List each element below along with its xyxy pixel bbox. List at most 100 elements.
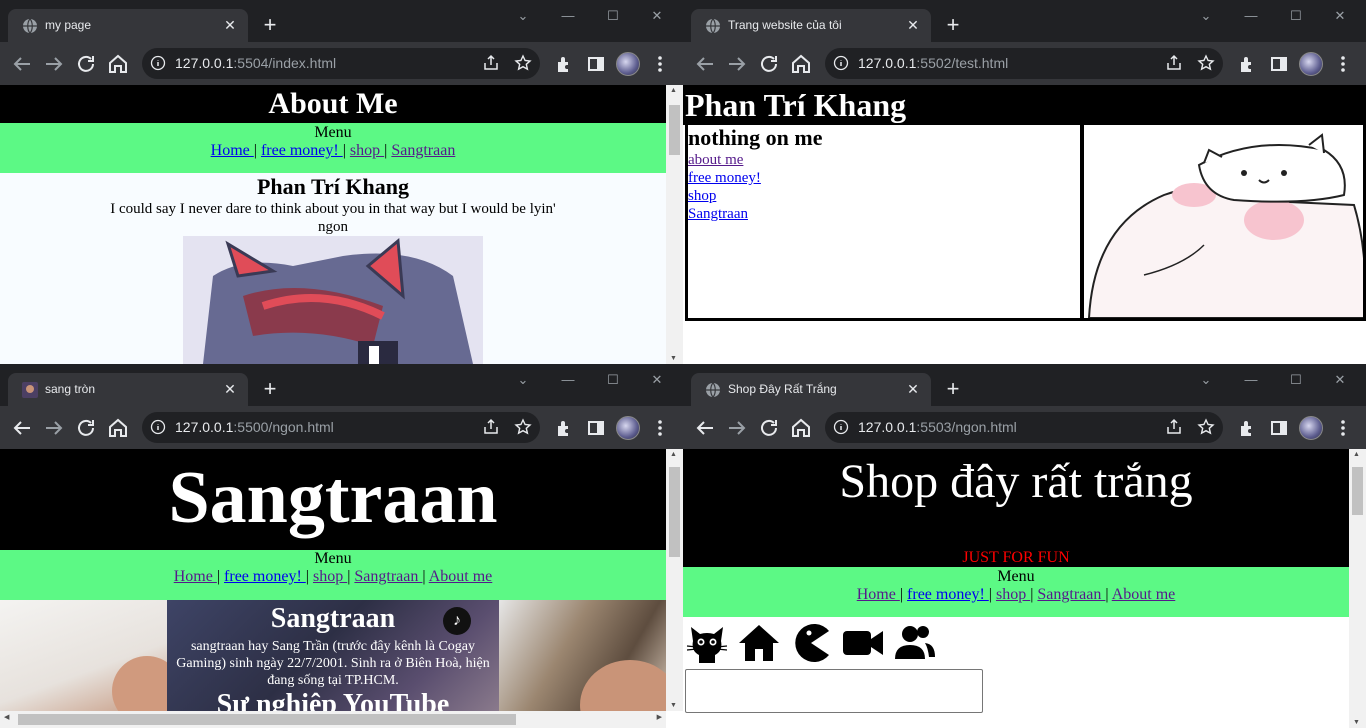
nav-link-about-me[interactable]: About me bbox=[429, 568, 493, 585]
extensions-icon[interactable] bbox=[1237, 54, 1257, 74]
nav-link-shop[interactable]: shop bbox=[313, 568, 347, 585]
nav-link-free-money[interactable]: free money! bbox=[261, 142, 343, 159]
home-icon[interactable] bbox=[737, 621, 781, 665]
vertical-scrollbar[interactable]: ▲ ▼ bbox=[666, 449, 683, 711]
share-icon[interactable] bbox=[482, 418, 500, 436]
forward-button[interactable] bbox=[725, 52, 749, 76]
link-about-me[interactable]: about me bbox=[688, 152, 743, 168]
reload-button[interactable] bbox=[74, 52, 98, 76]
new-tab-button[interactable]: + bbox=[941, 13, 965, 37]
share-icon[interactable] bbox=[1165, 54, 1183, 72]
more-menu-icon[interactable] bbox=[650, 418, 670, 438]
tab-search-icon[interactable]: ⌄ bbox=[1183, 370, 1229, 390]
home-button[interactable] bbox=[106, 416, 130, 440]
address-bar[interactable]: 127.0.0.1:5503/ngon.html bbox=[825, 412, 1223, 443]
text-input[interactable] bbox=[685, 669, 983, 713]
close-window-button[interactable]: ✕ bbox=[634, 6, 680, 26]
nav-link-about-me[interactable]: About me bbox=[1112, 586, 1176, 603]
vertical-scrollbar[interactable]: ▲ ▼ bbox=[1349, 449, 1366, 728]
forward-button[interactable] bbox=[42, 52, 66, 76]
close-window-button[interactable]: ✕ bbox=[1317, 370, 1363, 390]
nav-link-sangtraan[interactable]: Sangtraan bbox=[391, 142, 455, 159]
tab-sang-tron[interactable]: sang tròn ✕ bbox=[8, 373, 248, 406]
forward-button[interactable] bbox=[42, 416, 66, 440]
profile-avatar[interactable] bbox=[1299, 416, 1323, 440]
home-button[interactable] bbox=[789, 52, 813, 76]
info-icon[interactable] bbox=[833, 419, 849, 435]
nav-link-home[interactable]: Home bbox=[857, 586, 900, 603]
scroll-down-arrow-icon[interactable]: ▼ bbox=[670, 702, 677, 709]
share-icon[interactable] bbox=[1165, 418, 1183, 436]
forward-button[interactable] bbox=[725, 416, 749, 440]
close-window-button[interactable]: ✕ bbox=[634, 370, 680, 390]
vertical-scrollbar[interactable]: ▲ ▼ bbox=[666, 85, 683, 364]
address-bar[interactable]: 127.0.0.1:5500/ngon.html bbox=[142, 412, 540, 443]
more-menu-icon[interactable] bbox=[1333, 418, 1353, 438]
minimize-button[interactable]: — bbox=[545, 370, 591, 390]
scroll-right-arrow-icon[interactable]: ▶ bbox=[657, 713, 662, 721]
scroll-up-arrow-icon[interactable]: ▲ bbox=[1353, 451, 1360, 458]
maximize-button[interactable]: ☐ bbox=[1273, 370, 1319, 390]
profile-avatar[interactable] bbox=[1299, 52, 1323, 76]
info-icon[interactable] bbox=[150, 419, 166, 435]
scroll-up-arrow-icon[interactable]: ▲ bbox=[670, 87, 677, 94]
side-panel-icon[interactable] bbox=[1269, 418, 1289, 438]
nav-link-sangtraan[interactable]: Sangtraan bbox=[354, 568, 422, 585]
info-icon[interactable] bbox=[833, 55, 849, 71]
nav-link-home[interactable]: Home bbox=[211, 142, 254, 159]
cat-icon[interactable] bbox=[685, 621, 729, 665]
tab-trang-website[interactable]: Trang website của tôi ✕ bbox=[691, 9, 931, 42]
home-button[interactable] bbox=[106, 52, 130, 76]
scroll-left-arrow-icon[interactable]: ◀ bbox=[4, 713, 9, 721]
maximize-button[interactable]: ☐ bbox=[590, 370, 636, 390]
back-button[interactable] bbox=[10, 416, 34, 440]
more-menu-icon[interactable] bbox=[650, 54, 670, 74]
back-button[interactable] bbox=[10, 52, 34, 76]
scroll-up-arrow-icon[interactable]: ▲ bbox=[670, 451, 677, 458]
close-tab-icon[interactable]: ✕ bbox=[220, 379, 240, 399]
nav-link-home[interactable]: Home bbox=[174, 568, 217, 585]
scroll-down-arrow-icon[interactable]: ▼ bbox=[1353, 719, 1360, 726]
maximize-button[interactable]: ☐ bbox=[1273, 6, 1319, 26]
profile-avatar[interactable] bbox=[616, 52, 640, 76]
tab-my-page[interactable]: my page ✕ bbox=[8, 9, 248, 42]
extensions-icon[interactable] bbox=[554, 418, 574, 438]
bookmark-star-icon[interactable] bbox=[1197, 54, 1215, 72]
tab-search-icon[interactable]: ⌄ bbox=[1183, 6, 1229, 26]
back-button[interactable] bbox=[693, 52, 717, 76]
link-sangtraan[interactable]: Sangtraan bbox=[688, 206, 748, 222]
extensions-icon[interactable] bbox=[1237, 418, 1257, 438]
minimize-button[interactable]: — bbox=[1228, 370, 1274, 390]
tab-shop[interactable]: Shop Đây Rất Trắng ✕ bbox=[691, 373, 931, 406]
side-panel-icon[interactable] bbox=[1269, 54, 1289, 74]
address-bar[interactable]: 127.0.0.1:5504/index.html bbox=[142, 48, 540, 79]
address-bar[interactable]: 127.0.0.1:5502/test.html bbox=[825, 48, 1223, 79]
video-camera-icon[interactable] bbox=[841, 621, 885, 665]
users-icon[interactable] bbox=[893, 621, 937, 665]
share-icon[interactable] bbox=[482, 54, 500, 72]
info-icon[interactable] bbox=[150, 55, 166, 71]
side-panel-icon[interactable] bbox=[586, 418, 606, 438]
nav-link-free-money[interactable]: free money! bbox=[907, 586, 989, 603]
close-tab-icon[interactable]: ✕ bbox=[903, 15, 923, 35]
nav-link-shop[interactable]: shop bbox=[996, 586, 1030, 603]
close-window-button[interactable]: ✕ bbox=[1317, 6, 1363, 26]
home-button[interactable] bbox=[789, 416, 813, 440]
horizontal-scrollbar[interactable]: ◀ ▶ bbox=[0, 711, 666, 728]
link-shop[interactable]: shop bbox=[688, 188, 716, 204]
scrollbar-thumb[interactable] bbox=[669, 105, 680, 155]
minimize-button[interactable]: — bbox=[1228, 6, 1274, 26]
new-tab-button[interactable]: + bbox=[941, 377, 965, 401]
bookmark-star-icon[interactable] bbox=[514, 54, 532, 72]
pacman-icon[interactable] bbox=[789, 621, 833, 665]
scroll-down-arrow-icon[interactable]: ▼ bbox=[670, 355, 677, 362]
back-button[interactable] bbox=[693, 416, 717, 440]
reload-button[interactable] bbox=[757, 416, 781, 440]
close-tab-icon[interactable]: ✕ bbox=[903, 379, 923, 399]
reload-button[interactable] bbox=[757, 52, 781, 76]
minimize-button[interactable]: — bbox=[545, 6, 591, 26]
nav-link-free-money[interactable]: free money! bbox=[224, 568, 306, 585]
scrollbar-thumb[interactable] bbox=[1352, 467, 1363, 515]
scrollbar-thumb[interactable] bbox=[669, 467, 680, 557]
new-tab-button[interactable]: + bbox=[258, 377, 282, 401]
